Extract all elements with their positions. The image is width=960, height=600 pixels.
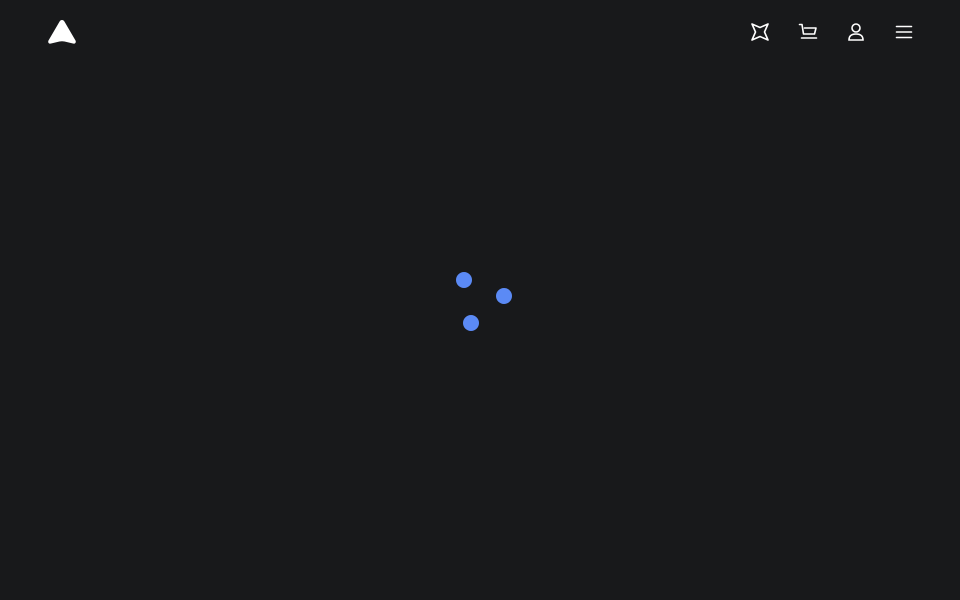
hamburger-menu-icon <box>895 25 913 39</box>
cart-button[interactable] <box>798 20 818 44</box>
explore-button[interactable] <box>750 20 770 44</box>
spinner-dot <box>456 272 472 288</box>
header-nav <box>750 20 914 44</box>
spinner-dot <box>496 288 512 304</box>
logo-link[interactable] <box>47 19 77 45</box>
triangle-logo-icon <box>48 20 76 44</box>
loading-spinner <box>450 266 520 336</box>
menu-button[interactable] <box>894 20 914 44</box>
page <box>0 0 960 600</box>
account-button[interactable] <box>846 20 866 44</box>
sparkle-icon <box>751 23 769 41</box>
spinner-dot <box>463 315 479 331</box>
site-header <box>0 0 960 64</box>
user-icon <box>848 23 864 41</box>
cart-icon <box>798 23 818 39</box>
